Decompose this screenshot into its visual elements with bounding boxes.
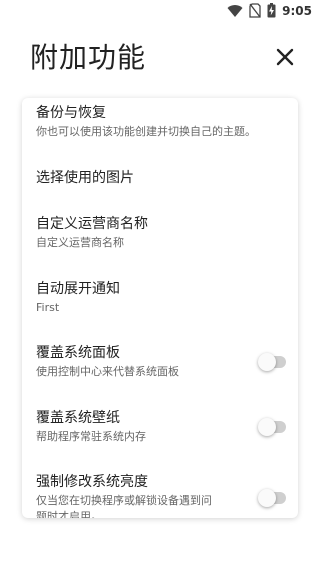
item-subtitle: 自定义运营商名称 [36,236,124,249]
clock: 9:05 [282,3,312,18]
settings-card: 备份与恢复 你也可以使用该功能创建并切换自己的主题。 选择使用的图片 自定义运营… [22,98,298,518]
item-title: 覆盖系统面板 [36,345,120,361]
header: 附加功能 [0,36,320,80]
override-system-panel-item[interactable]: 覆盖系统面板 使用控制中心来代替系统面板 [36,344,284,380]
item-subtitle: 帮助程序常驻系统内存 [36,430,146,443]
no-sim-icon [249,3,261,18]
close-icon [276,48,294,66]
force-brightness-item[interactable]: 强制修改系统亮度 仅当您在切换程序或解锁设备遇到问题时才启用。 [36,473,284,518]
page-title: 附加功能 [30,41,147,74]
toggle-knob [258,353,276,371]
choose-image-item[interactable]: 选择使用的图片 [36,169,284,187]
force-brightness-toggle[interactable] [258,489,286,507]
item-title: 强制修改系统亮度 [36,474,148,490]
auto-expand-notification-item[interactable]: 自动展开通知 First [36,280,284,316]
item-title: 自动展开通知 [36,281,120,297]
item-subtitle: 你也可以使用该功能创建并切换自己的主题。 [36,125,256,138]
item-title: 备份与恢复 [36,105,106,121]
item-title: 覆盖系统壁纸 [36,410,120,426]
battery-charging-icon [267,3,276,18]
override-system-wallpaper-toggle[interactable] [258,418,286,436]
override-system-panel-toggle[interactable] [258,353,286,371]
wifi-icon [227,4,243,17]
item-title: 自定义运营商名称 [36,216,148,232]
close-button[interactable] [274,46,296,68]
item-subtitle: First [36,301,60,314]
toggle-knob [258,489,276,507]
carrier-name-item[interactable]: 自定义运营商名称 自定义运营商名称 [36,215,284,251]
override-system-wallpaper-item[interactable]: 覆盖系统壁纸 帮助程序常驻系统内存 [36,409,284,445]
status-icons: 9:05 [227,3,312,18]
item-title: 选择使用的图片 [36,170,134,186]
item-subtitle: 使用控制中心来代替系统面板 [36,365,179,378]
backup-restore-item[interactable]: 备份与恢复 你也可以使用该功能创建并切换自己的主题。 [36,104,284,140]
item-subtitle: 仅当您在切换程序或解锁设备遇到问题时才启用。 [36,494,212,518]
toggle-knob [258,418,276,436]
status-bar: 9:05 [0,0,320,24]
